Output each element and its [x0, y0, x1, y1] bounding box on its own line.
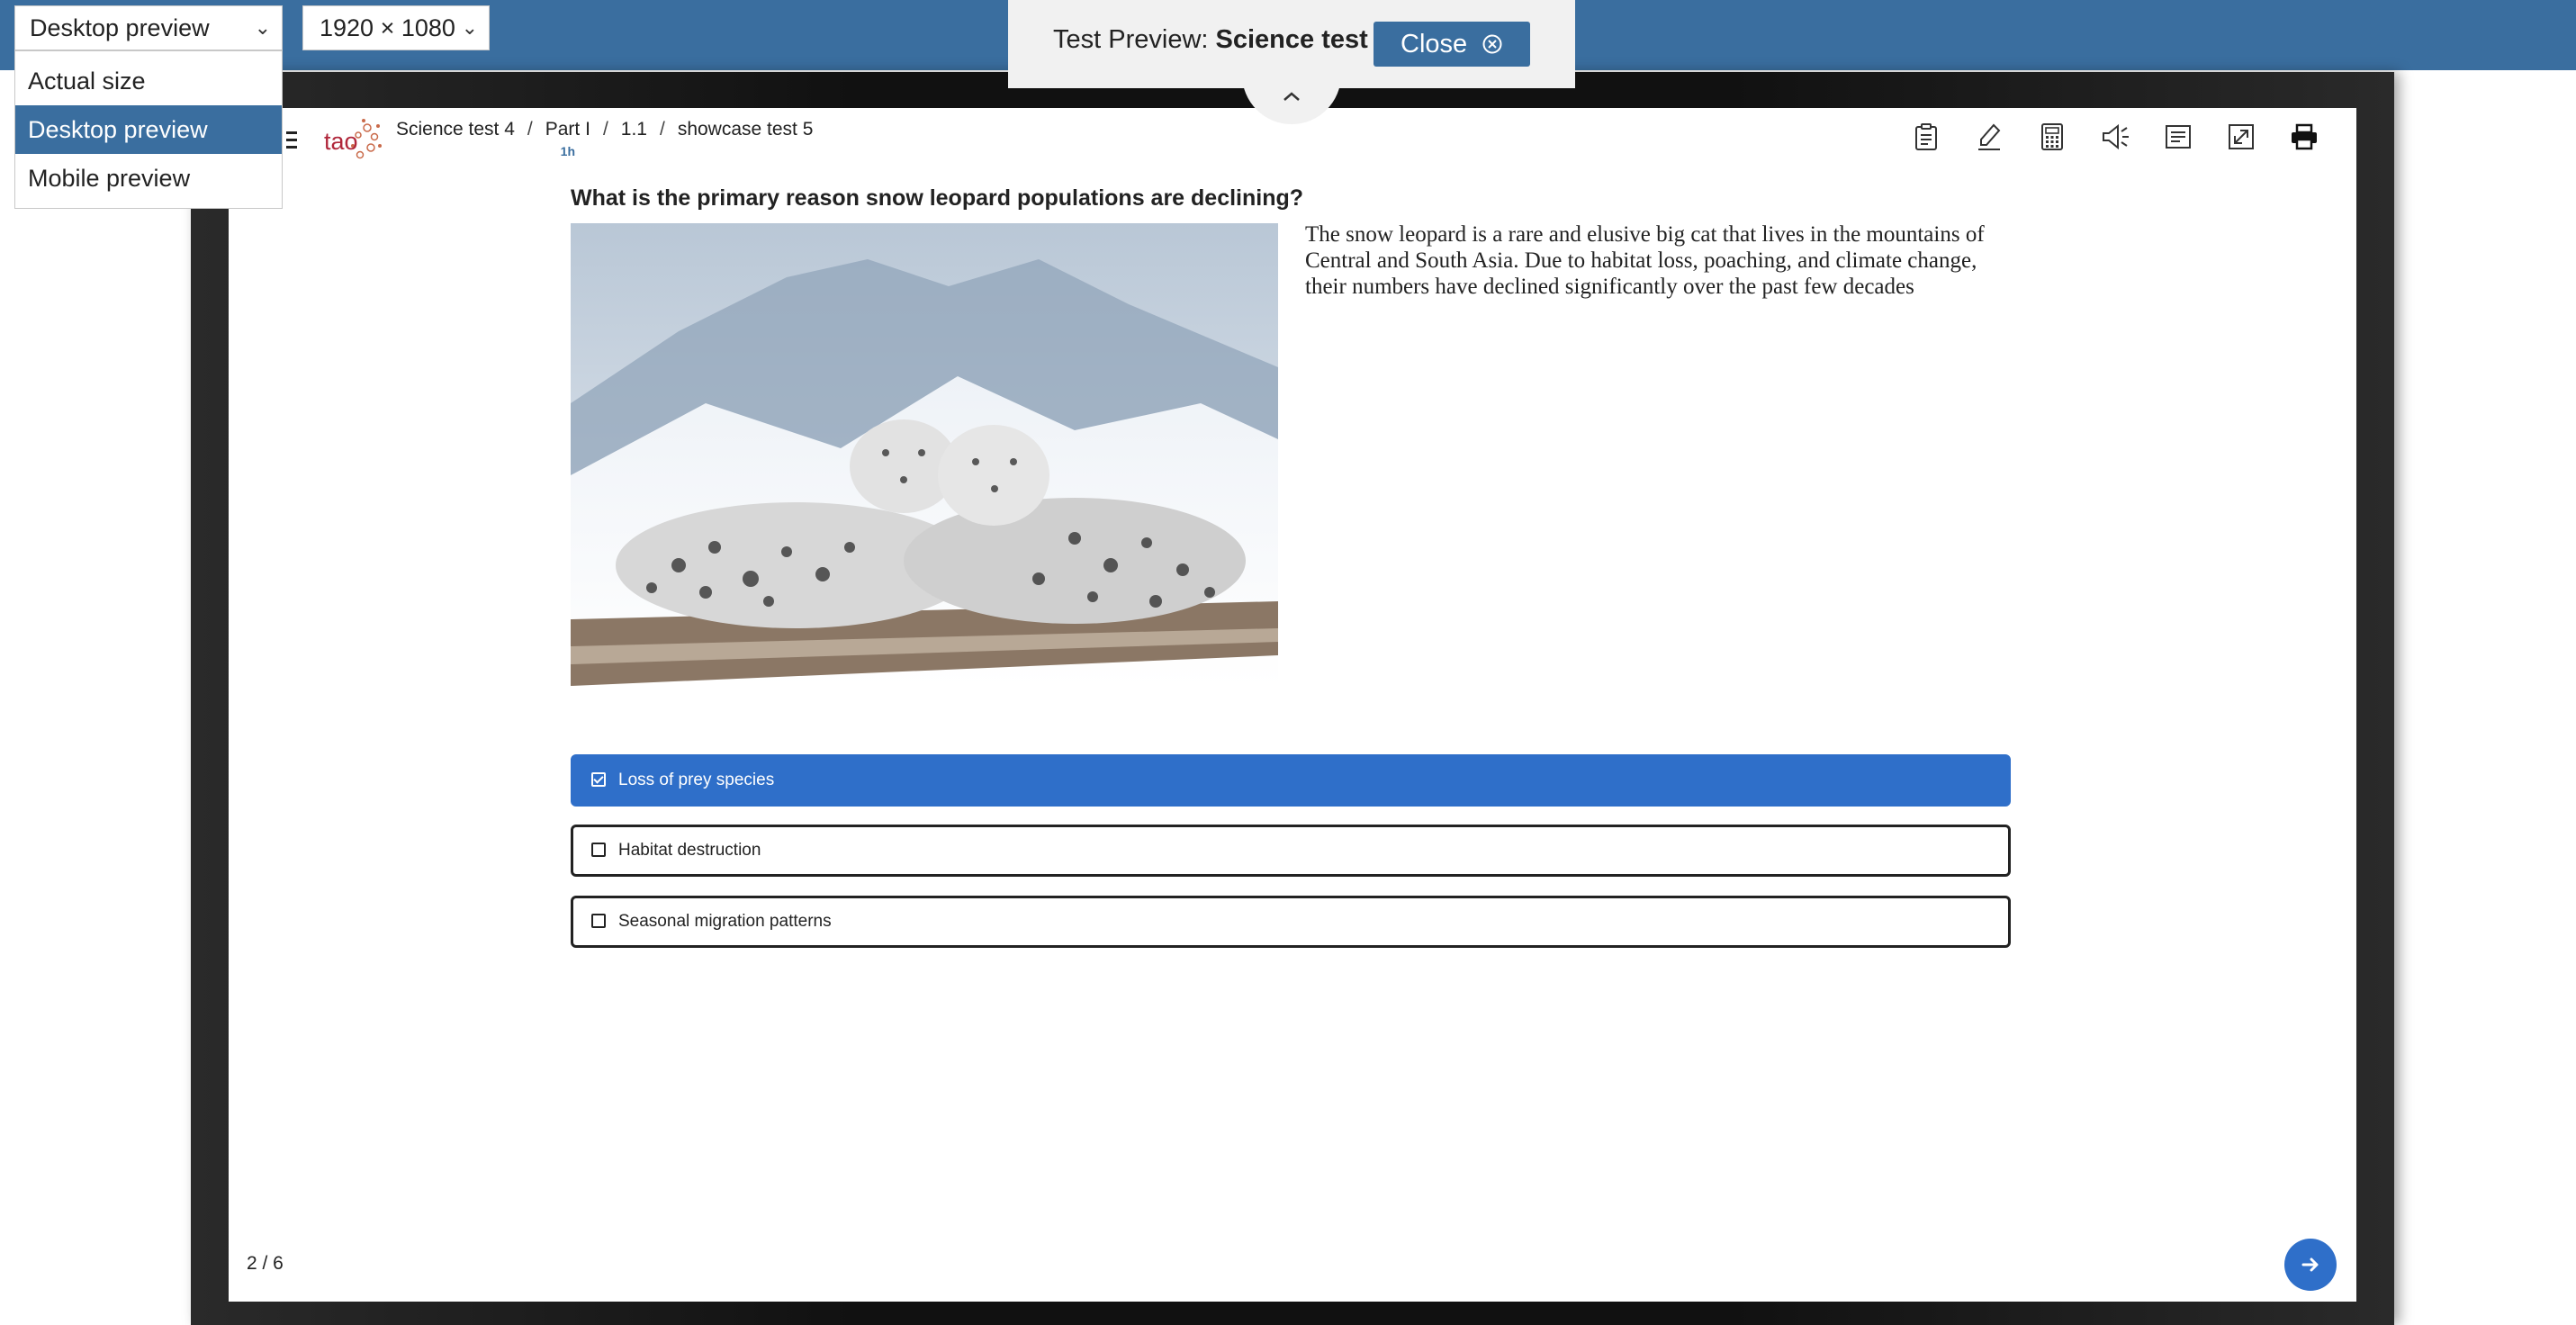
checkbox[interactable]: [591, 914, 606, 928]
dropdown-option-desktop-preview[interactable]: Desktop preview: [15, 105, 282, 154]
print-tool[interactable]: [2288, 121, 2320, 153]
banner-prefix: Test Preview:: [1053, 25, 1209, 54]
breadcrumb-test: Science test 4: [396, 119, 515, 140]
chevron-down-icon: ⌄: [461, 16, 478, 39]
logo-text: tao: [324, 128, 358, 155]
highlighter-icon: [1978, 123, 2001, 150]
choice-label: Seasonal migration patterns: [618, 912, 832, 931]
breadcrumb-section: 1.1: [620, 119, 647, 140]
choice-habitat-destruction[interactable]: Habitat destruction: [571, 825, 2011, 877]
text-to-speech-tool[interactable]: [2099, 121, 2131, 153]
highlighter-tool[interactable]: [1973, 121, 2005, 153]
breadcrumb: Science test 4 / Part I 1h / 1.1 / showc…: [396, 119, 814, 158]
tool-bar: [1910, 121, 2320, 153]
banner-title: Test Preview: Science test 4: [1053, 25, 1390, 55]
next-button[interactable]: [2284, 1239, 2337, 1291]
choice-label: Habitat destruction: [618, 841, 761, 860]
close-button[interactable]: Close: [1374, 22, 1530, 67]
test-runner-screen: tao Science test 4 / Part I 1h / 1.1 / s…: [229, 108, 2356, 1302]
resolution-value: 1920 × 1080: [320, 14, 455, 41]
choice-loss-of-prey[interactable]: Loss of prey species: [571, 754, 2011, 807]
checkbox-checked[interactable]: [591, 772, 606, 787]
timer: 1h: [560, 144, 576, 158]
preview-mode-select[interactable]: Desktop preview ⌄: [14, 5, 283, 50]
resolution-select[interactable]: 1920 × 1080 ⌄: [302, 5, 490, 50]
dropdown-option-actual-size[interactable]: Actual size: [15, 57, 282, 105]
clipboard-icon: [1915, 123, 1937, 150]
breadcrumb-part: Part I 1h: [545, 119, 590, 158]
calculator-tool[interactable]: [2036, 121, 2068, 153]
line-reader-tool[interactable]: [2162, 121, 2194, 153]
fullscreen-tool[interactable]: [2225, 121, 2257, 153]
breadcrumb-part-label: Part I: [545, 119, 590, 140]
choice-label: Loss of prey species: [618, 771, 775, 789]
close-label: Close: [1401, 30, 1468, 59]
snow-leopard-photo: [571, 223, 1278, 686]
banner-test-name: Science test 4: [1215, 25, 1390, 54]
chevron-down-icon: ⌄: [254, 16, 271, 39]
item-progress: 2 / 6: [247, 1253, 284, 1274]
speaker-icon: [2103, 123, 2129, 150]
line-reader-icon: [2166, 125, 2191, 149]
snow-leopard-image: [571, 223, 1278, 686]
dropdown-option-mobile-preview[interactable]: Mobile preview: [15, 154, 282, 203]
printer-icon: [2292, 123, 2317, 150]
expand-icon: [2229, 124, 2254, 149]
checkbox[interactable]: [591, 843, 606, 857]
test-preview-banner: Test Preview: Science test 4 Close: [1008, 0, 1575, 88]
choice-seasonal-migration[interactable]: Seasonal migration patterns: [571, 896, 2011, 948]
arrow-right-icon: [2301, 1257, 2319, 1272]
notepad-tool[interactable]: [1910, 121, 1942, 153]
tao-logo: tao: [317, 115, 382, 165]
close-circle-icon: [1482, 34, 1502, 54]
chevron-up-icon: [1283, 92, 1300, 101]
question-prompt: What is the primary reason snow leopard …: [571, 185, 1304, 211]
preview-mode-value: Desktop preview: [30, 14, 210, 41]
breadcrumb-item: showcase test 5: [677, 119, 814, 140]
preview-mode-dropdown: Actual size Desktop preview Mobile previ…: [14, 50, 283, 209]
calculator-icon: [2041, 123, 2063, 150]
reading-passage: The snow leopard is a rare and elusive b…: [1305, 222, 1985, 299]
